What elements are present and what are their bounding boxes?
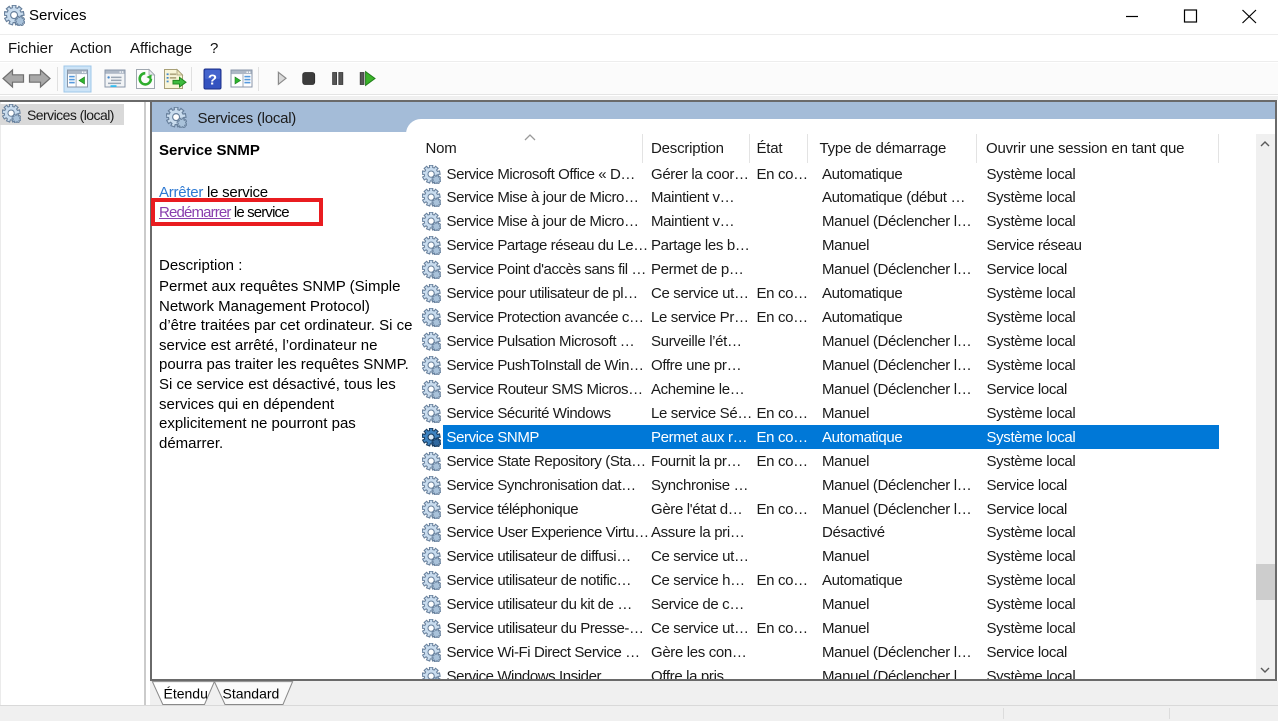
- svg-text:Standard: Standard: [223, 686, 280, 702]
- svg-text:Étendu: Étendu: [164, 686, 208, 702]
- svg-text:?: ?: [208, 72, 217, 89]
